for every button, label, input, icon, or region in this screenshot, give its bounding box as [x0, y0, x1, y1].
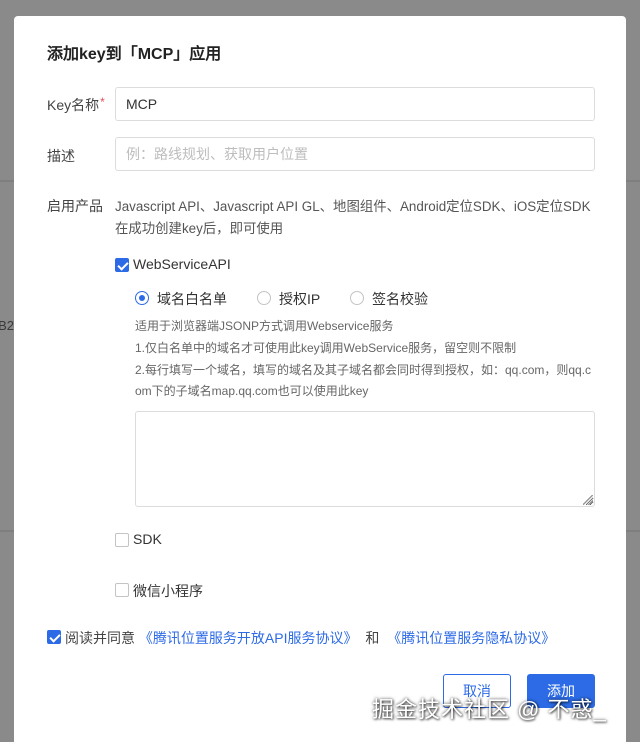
- agreement-text: 阅读并同意 《腾讯位置服务开放API服务协议》 和 《腾讯位置服务隐私协议》: [65, 628, 555, 648]
- miniprogram-label[interactable]: 微信小程序: [133, 581, 203, 601]
- radio-authorized-ip[interactable]: [257, 291, 271, 305]
- dialog-title: 添加key到「MCP」应用: [47, 46, 222, 63]
- sdk-checkbox[interactable]: [115, 533, 129, 547]
- agreement-checkbox[interactable]: [47, 630, 61, 644]
- key-name-label: Key名称*: [47, 95, 105, 115]
- description-label: 描述: [47, 148, 75, 164]
- radio-domain-whitelist-label[interactable]: 域名白名单: [157, 289, 227, 309]
- help-line: 适用于浏览器端JSONP方式调用Webservice服务: [135, 319, 394, 333]
- products-label: 启用产品: [47, 198, 103, 214]
- key-name-input[interactable]: [115, 87, 595, 121]
- webservice-checkbox[interactable]: [115, 258, 129, 272]
- radio-authorized-ip-label[interactable]: 授权IP: [279, 289, 320, 309]
- backdrop-text-fragment: UB2: [0, 318, 14, 333]
- api-agreement-link[interactable]: 《腾讯位置服务开放API服务协议》: [139, 630, 358, 646]
- agreement-prefix: 阅读并同意: [65, 630, 135, 646]
- description-input[interactable]: [115, 137, 595, 171]
- sdk-label[interactable]: SDK: [133, 531, 162, 547]
- add-button[interactable]: 添加: [527, 674, 595, 708]
- products-enabled-text: Javascript API、Javascript API GL、地图组件、An…: [115, 199, 591, 236]
- required-mark: *: [100, 95, 105, 109]
- privacy-agreement-link[interactable]: 《腾讯位置服务隐私协议》: [387, 630, 555, 646]
- radio-signature-check-label[interactable]: 签名校验: [372, 289, 428, 309]
- radio-domain-whitelist[interactable]: [135, 291, 149, 305]
- add-key-dialog: 添加key到「MCP」应用 Key名称* 描述 启用产品 Javascript …: [14, 16, 626, 742]
- domain-whitelist-textarea[interactable]: [135, 411, 595, 507]
- webservice-label[interactable]: WebServiceAPI: [133, 256, 231, 272]
- help-line: 2.每行填写一个域名，填写的域名及其子域名都会同时得到授权，如：qq.com，则…: [135, 363, 592, 398]
- radio-signature-check[interactable]: [350, 291, 364, 305]
- help-line: 1.仅白名单中的域名才可使用此key调用WebService服务，留空则不限制: [135, 341, 517, 355]
- cancel-button[interactable]: 取消: [443, 674, 511, 708]
- miniprogram-checkbox[interactable]: [115, 583, 129, 597]
- key-name-label-text: Key名称: [47, 97, 100, 113]
- agreement-joiner: 和: [365, 630, 380, 646]
